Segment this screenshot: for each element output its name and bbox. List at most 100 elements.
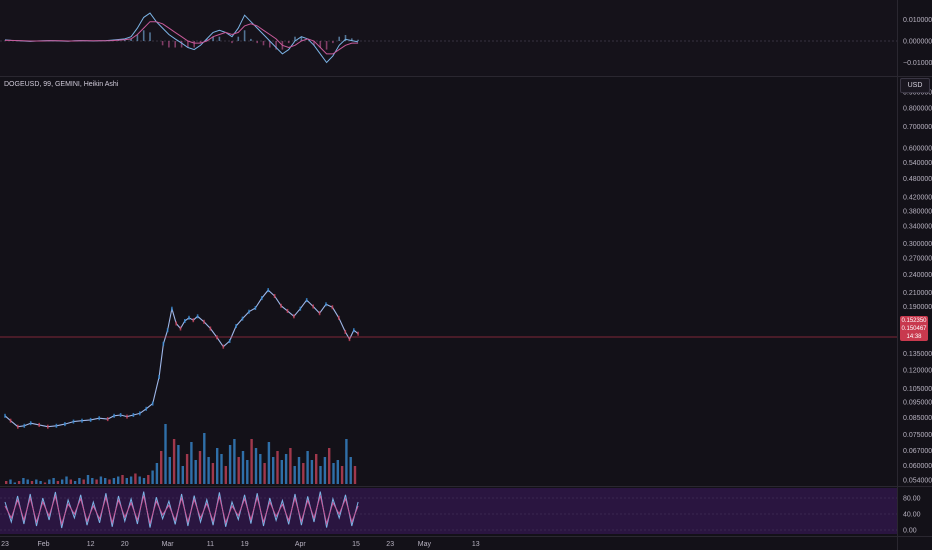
volume-bar — [336, 460, 339, 484]
stoch-tick-label: 40.00 — [903, 512, 921, 519]
volume-bar — [91, 478, 94, 484]
volume-bar — [65, 476, 68, 484]
volume-bar — [160, 451, 163, 484]
volume-bar — [306, 451, 309, 484]
price-candle — [305, 298, 308, 303]
volume-bar — [168, 457, 171, 484]
price-candle — [312, 304, 314, 309]
price-candle — [344, 329, 347, 334]
volume-bar — [220, 454, 223, 484]
volume-bar — [129, 476, 133, 484]
time-tick-label: Apr — [295, 541, 307, 548]
volume-bar — [190, 442, 193, 484]
volume-bar — [78, 478, 81, 484]
volume-bar — [112, 478, 116, 484]
price-tick-label: 0.075000 — [903, 432, 932, 439]
price-candle — [166, 328, 169, 333]
price-candle — [192, 318, 195, 323]
price-candle — [47, 424, 49, 429]
histogram-bar — [243, 30, 246, 42]
volume-bar — [254, 448, 258, 484]
volume-bar — [263, 463, 266, 484]
price-candle — [145, 406, 147, 411]
volume-bar — [302, 463, 305, 484]
volume-bar — [259, 454, 262, 484]
price-candle — [261, 296, 263, 301]
price-tick-label: 0.190000 — [903, 304, 932, 311]
price-candle — [222, 344, 225, 349]
volume-bar — [233, 439, 236, 484]
price-tick-label: 0.210000 — [903, 290, 932, 297]
volume-bar — [138, 476, 141, 484]
histogram-bar — [193, 41, 195, 48]
volume-bar — [353, 466, 357, 484]
price-tick-label: 0.060000 — [903, 463, 932, 470]
price-candle — [89, 417, 92, 422]
price-candle — [188, 315, 190, 320]
volume-bar — [310, 460, 314, 484]
price-axis[interactable]: 0.9000000.8000000.7000000.6000000.540000… — [903, 17, 932, 535]
price-candle — [175, 321, 177, 326]
price-candle — [55, 423, 58, 428]
time-tick-label: Feb — [37, 541, 49, 548]
price-candle — [299, 306, 302, 311]
volume-bar — [82, 479, 85, 484]
price-tick-label: 0.067000 — [903, 448, 932, 455]
price-candle — [151, 401, 154, 406]
volume-bar — [289, 448, 292, 484]
volume-bar — [30, 481, 34, 484]
time-tick-label: 20 — [121, 541, 129, 548]
oscillator-tick-label: 0.000000 — [903, 39, 932, 46]
histogram-bar — [357, 39, 359, 41]
volume-bar — [276, 451, 279, 484]
volume-bar — [349, 457, 352, 484]
volume-bar — [5, 481, 8, 484]
price-tick-label: 0.270000 — [903, 256, 932, 263]
oscillator-tick-label: 0.010000 — [903, 17, 932, 24]
price-candle — [132, 413, 135, 417]
histogram-bar — [218, 36, 221, 41]
price-candle — [126, 414, 128, 419]
histogram-bar — [287, 41, 290, 44]
bar-countdown: 14:38 — [906, 334, 922, 340]
volume-bar — [155, 463, 159, 484]
volume-bar — [203, 433, 206, 484]
price-tick-label: 0.380000 — [903, 208, 932, 215]
histogram-bar — [250, 38, 252, 41]
volume-bar — [26, 479, 29, 484]
histogram-bar — [262, 41, 265, 46]
price-candle — [23, 423, 26, 428]
price-candle — [318, 311, 321, 316]
volume-bar — [198, 451, 202, 484]
volume-bar — [177, 445, 180, 484]
histogram-bar — [256, 41, 258, 44]
volume-bar — [13, 482, 16, 484]
price-candle — [184, 319, 186, 323]
volume-bar — [121, 475, 124, 484]
time-tick-label: May — [418, 541, 432, 548]
volume-bar — [164, 424, 167, 484]
histogram-bar — [161, 41, 164, 46]
volume-bar — [332, 463, 335, 484]
time-axis[interactable]: 23 Feb 12 20 Mar 11 19 Apr 15 23 May 13 — [1, 541, 480, 548]
price-candle — [325, 302, 327, 307]
price-tick-label: 0.420000 — [903, 195, 932, 202]
volume-bar — [284, 454, 288, 484]
price-candle — [139, 411, 141, 416]
price-tick-label: 0.300000 — [903, 241, 932, 248]
price-candle — [119, 413, 122, 417]
last-price-badge: 0.152350 0.150467 14:38 — [900, 316, 928, 341]
volume-bar — [95, 479, 98, 484]
currency-label[interactable]: USD — [900, 78, 930, 93]
price-candle — [72, 419, 75, 424]
histogram-bar — [231, 41, 233, 44]
price-candle — [267, 288, 269, 293]
price-candle — [38, 422, 40, 427]
price-candle — [241, 316, 244, 321]
volume-bar — [228, 445, 232, 484]
histogram-bar — [149, 32, 151, 41]
price-candle — [280, 303, 282, 308]
last-price-value: 0.152350 — [901, 318, 927, 324]
price-candle — [162, 341, 165, 346]
volume-bar — [328, 448, 331, 484]
